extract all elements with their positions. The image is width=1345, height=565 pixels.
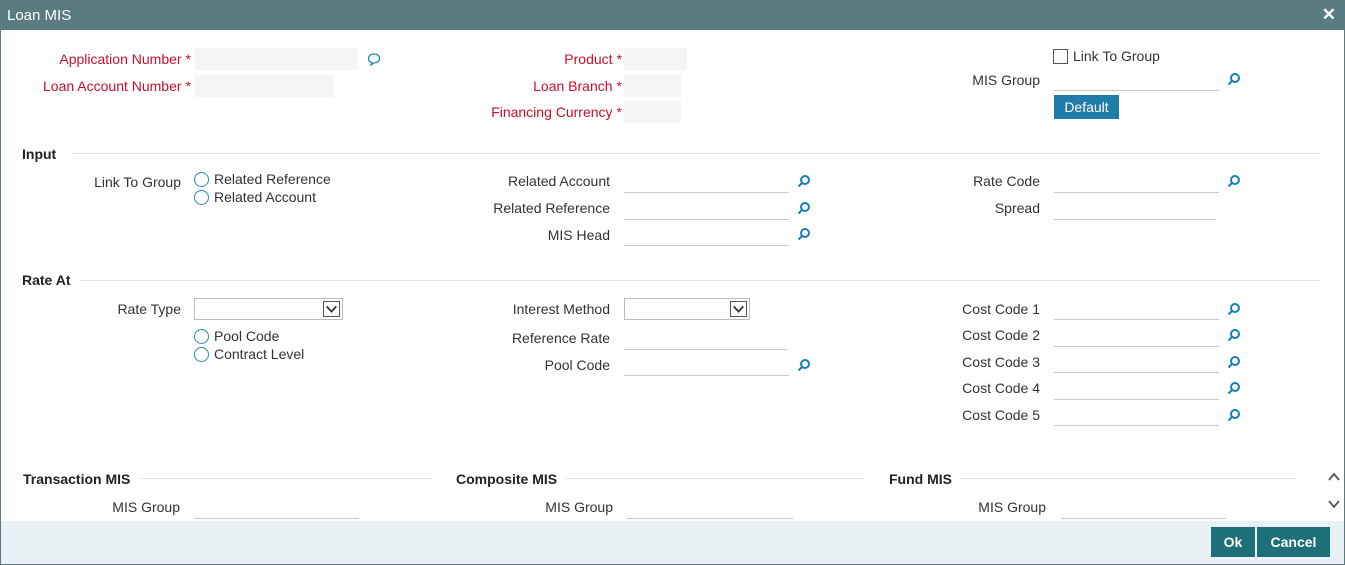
search-icon[interactable] [1227,328,1241,342]
reference-rate-input[interactable] [624,327,787,350]
radio-pool-code[interactable]: Pool Code [194,328,279,344]
reference-rate-label: Reference Rate [511,330,610,346]
mis-group-input[interactable] [1054,68,1219,91]
mis-head-label: MIS Head [547,227,610,243]
cost-code-5-label: Cost Code 5 [962,407,1040,423]
composite-mis-title: Composite MIS [456,471,558,487]
radio-label: Related Account [214,189,316,205]
cost-code-1-input[interactable] [1054,297,1219,320]
title-bar: Loan MIS ✕ [1,1,1344,30]
footer-bar: Ok Cancel [1,521,1344,564]
product-field[interactable] [624,48,687,70]
related-reference-input[interactable] [624,197,789,220]
cancel-button[interactable]: Cancel [1257,527,1330,557]
rate-type-select[interactable] [194,298,343,320]
chevron-down-icon[interactable] [323,301,340,317]
loan-branch-label: Loan Branch * [533,78,622,94]
search-icon[interactable] [1227,408,1241,422]
fund-mis-group-input[interactable] [1061,496,1226,519]
section-divider [81,280,1319,281]
radio-circle[interactable] [194,328,209,344]
section-divider [139,478,431,479]
radio-related-reference[interactable]: Related Reference [194,171,331,187]
composite-mis-group-input[interactable] [627,496,793,519]
cost-code-3-label: Cost Code 3 [962,354,1040,370]
comment-icon[interactable] [367,52,381,66]
financing-currency-label: Financing Currency * [491,104,622,120]
default-button[interactable]: Default [1054,95,1119,119]
chevron-down-icon[interactable] [730,301,747,317]
cost-code-4-input[interactable] [1054,377,1219,400]
transaction-mis-group-input[interactable] [194,496,359,519]
scroll-down-icon[interactable] [1327,496,1341,512]
interest-method-select[interactable] [624,298,750,320]
related-reference-label: Related Reference [493,200,610,216]
rate-type-label: Rate Type [117,301,181,317]
loan-mis-window: Loan MIS ✕ Application Number * Loan Acco… [0,0,1345,565]
radio-label: Contract Level [214,346,305,362]
mis-group-label: MIS Group [972,72,1040,88]
composite-mis-group-label: MIS Group [545,499,613,515]
interest-method-label: Interest Method [512,301,610,317]
link-to-group-checkbox-label: Link To Group [1073,48,1160,64]
search-icon[interactable] [1227,381,1241,395]
radio-circle[interactable] [194,189,209,205]
loan-account-number-label: Loan Account Number * [43,78,191,94]
related-account-label: Related Account [508,173,610,189]
pool-code-input[interactable] [624,353,789,376]
link-to-group-checkbox[interactable]: Link To Group [1053,48,1160,64]
radio-circle[interactable] [194,171,209,187]
related-account-input[interactable] [624,170,789,193]
search-icon[interactable] [797,201,811,215]
rate-code-label: Rate Code [973,173,1040,189]
scroll-up-icon[interactable] [1327,469,1341,485]
search-icon[interactable] [1227,302,1241,316]
loan-branch-field[interactable] [624,75,681,97]
spread-input[interactable] [1054,197,1216,220]
spread-label: Spread [994,200,1040,216]
transaction-mis-group-label: MIS Group [112,499,180,515]
search-icon[interactable] [797,174,811,188]
ok-button[interactable]: Ok [1211,527,1255,557]
link-to-group-label: Link To Group [94,174,181,190]
radio-label: Related Reference [214,171,331,187]
financing-currency-field[interactable] [624,101,681,123]
application-number-label: Application Number * [59,51,191,67]
rate-at-section-title: Rate At [22,272,71,288]
input-section-title: Input [22,146,57,162]
transaction-mis-title: Transaction MIS [23,471,131,487]
radio-circle[interactable] [194,346,209,362]
section-divider [959,478,1297,479]
application-number-field[interactable] [195,48,358,70]
cost-code-2-label: Cost Code 2 [962,327,1040,343]
radio-label: Pool Code [214,328,280,344]
search-icon[interactable] [797,227,811,241]
cost-code-3-input[interactable] [1054,350,1219,373]
fund-mis-title: Fund MIS [889,471,952,487]
section-divider [565,478,864,479]
search-icon[interactable] [797,358,811,372]
cost-code-4-label: Cost Code 4 [962,380,1040,396]
product-label: Product * [564,51,622,67]
rate-code-input[interactable] [1054,170,1219,193]
cost-code-2-input[interactable] [1054,324,1219,347]
search-icon[interactable] [1227,174,1241,188]
checkbox-box[interactable] [1053,48,1068,64]
window-title: Loan MIS [7,7,72,24]
radio-related-account[interactable]: Related Account [194,189,316,205]
radio-contract-level[interactable]: Contract Level [194,346,304,362]
search-icon[interactable] [1227,72,1241,86]
cost-code-1-label: Cost Code 1 [962,301,1040,317]
loan-account-number-field[interactable] [195,75,334,97]
pool-code-label: Pool Code [544,357,610,373]
section-divider [71,153,1319,154]
mis-head-input[interactable] [624,223,789,246]
close-icon[interactable]: ✕ [1322,5,1336,25]
fund-mis-group-label: MIS Group [978,499,1046,515]
cost-code-5-input[interactable] [1054,403,1219,426]
search-icon[interactable] [1227,355,1241,369]
